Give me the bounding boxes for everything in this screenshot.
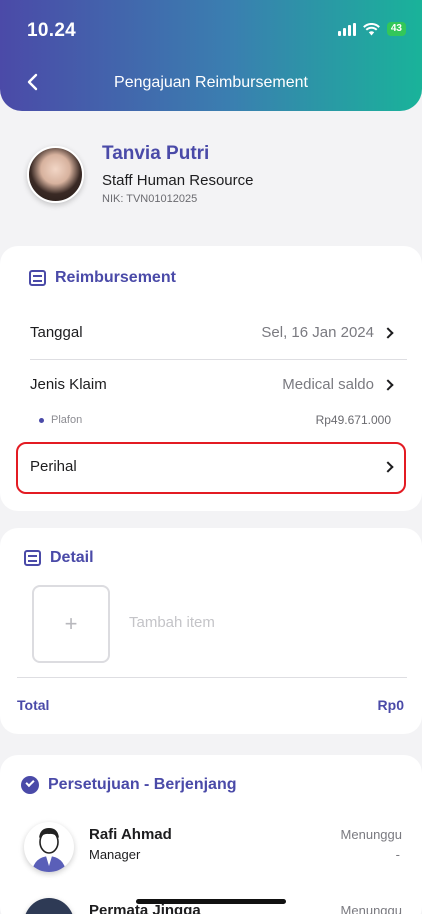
chevron-right-icon [382, 378, 394, 391]
add-item-hint: Tambah item [129, 614, 215, 631]
tanggal-label: Tanggal [30, 324, 83, 341]
jenis-klaim-label: Jenis Klaim [30, 376, 107, 393]
divider [17, 677, 407, 678]
tanggal-value: Sel, 16 Jan 2024 [261, 324, 374, 341]
check-circle-icon [21, 776, 39, 794]
detail-section-title: Detail [24, 549, 94, 567]
detail-title: Detail [50, 549, 94, 566]
approver-item[interactable]: Rafi Ahmad Manager Menunggu - [24, 822, 404, 882]
approver-role: Manager [89, 847, 141, 862]
chevron-right-icon [382, 326, 394, 339]
tanggal-row[interactable]: Tanggal Sel, 16 Jan 2024 [30, 324, 394, 341]
avatar [24, 822, 74, 872]
approver-status: Menunggu [340, 827, 402, 842]
app-header: 10.24 43 Pengajuan Reimbursement [0, 0, 422, 111]
home-indicator [136, 899, 286, 904]
list-icon [29, 270, 46, 286]
list-icon [24, 550, 41, 566]
bullet-icon [39, 417, 44, 423]
perihal-row[interactable]: Perihal [30, 458, 394, 475]
plafon-label: Plafon [51, 414, 83, 426]
total-label: Total [17, 697, 50, 713]
approver-status: Menunggu [340, 903, 402, 914]
page-title: Pengajuan Reimbursement [114, 74, 308, 91]
reimbursement-title: Reimbursement [55, 269, 176, 286]
divider [30, 359, 407, 360]
jenis-klaim-row[interactable]: Jenis Klaim Medical saldo [30, 376, 394, 393]
add-item-button[interactable]: + [32, 585, 110, 663]
chevron-right-icon [382, 460, 394, 473]
reimbursement-section-title: Reimbursement [29, 269, 176, 287]
profile-role: Staff Human Resource [102, 172, 254, 189]
profile-name: Tanvia Putri [102, 143, 210, 164]
total-value: Rp0 [377, 697, 404, 713]
profile-nik: NIK: TVN01012025 [102, 193, 198, 205]
plafon-value: Rp49.671.000 [315, 413, 391, 427]
status-icons: 43 [337, 22, 406, 36]
approver-name: Rafi Ahmad [89, 826, 172, 843]
avatar [27, 146, 84, 203]
approval-section-title: Persetujuan - Berjenjang [21, 776, 237, 794]
avatar [24, 898, 74, 914]
signal-icon [337, 22, 356, 36]
approval-title: Persetujuan - Berjenjang [48, 776, 237, 793]
status-time: 10.24 [27, 20, 77, 41]
jenis-klaim-value: Medical saldo [282, 376, 374, 393]
battery-icon: 43 [386, 22, 406, 36]
perihal-label: Perihal [30, 458, 77, 475]
plafon-item: Plafon [39, 414, 82, 426]
profile-section: Tanvia Putri Staff Human Resource NIK: T… [27, 140, 397, 210]
wifi-icon [362, 22, 380, 35]
approver-date: - [395, 847, 400, 862]
